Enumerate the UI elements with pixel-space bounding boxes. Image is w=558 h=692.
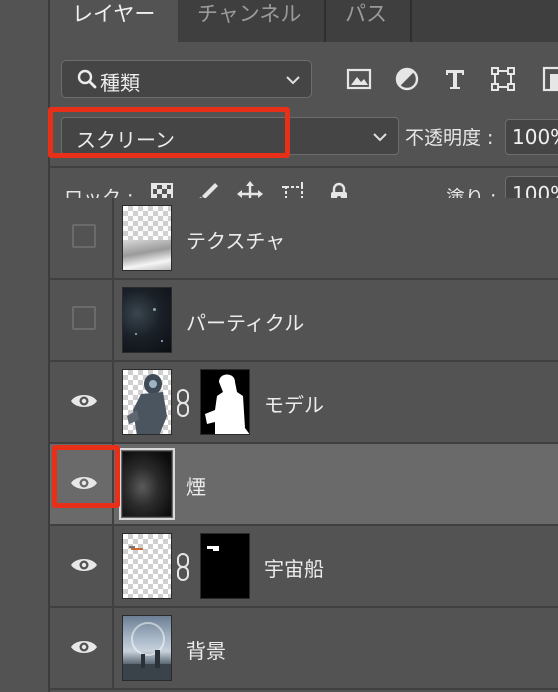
link-icon[interactable] <box>176 552 190 582</box>
visibility-off-box <box>72 306 96 330</box>
visibility-toggle[interactable] <box>50 526 114 606</box>
layer-name: 宇宙船 <box>264 557 324 581</box>
visibility-highlight <box>52 445 120 508</box>
layers-panel: レイヤー チャンネル パス 種類 スクリーン 不透明度: 100 100 テク… <box>48 0 558 692</box>
layer-row-texture[interactable]: テクスチャ <box>50 198 558 280</box>
filter-kind-select[interactable]: 種類 <box>61 60 312 98</box>
adjustment-layer-filter-icon[interactable] <box>392 64 422 94</box>
eye-icon <box>71 641 97 653</box>
layer-thumbnail <box>122 205 172 271</box>
layer-row-spaceship[interactable]: 宇宙船 <box>50 526 558 608</box>
layer-row-model[interactable]: モデル <box>50 362 558 444</box>
search-icon <box>77 69 97 89</box>
tab-channels[interactable]: チャンネル <box>180 0 326 42</box>
tab-paths[interactable]: パス <box>328 0 412 42</box>
visibility-toggle[interactable] <box>50 362 114 442</box>
chevron-down-icon <box>286 76 300 85</box>
layer-row-smoke[interactable]: 煙 <box>50 444 558 526</box>
layer-row-background[interactable]: 背景 <box>50 608 558 690</box>
layer-mask-thumbnail <box>200 369 250 435</box>
smart-object-filter-icon[interactable] <box>538 64 558 94</box>
layer-thumbnail <box>122 369 172 435</box>
panel-tabbar: レイヤー チャンネル パス <box>50 0 558 42</box>
layer-name: 煙 <box>186 475 206 499</box>
eye-icon <box>71 395 97 407</box>
layer-name: パーティクル <box>186 311 305 335</box>
layer-thumbnail <box>119 448 175 520</box>
blend-mode-highlight <box>48 107 290 158</box>
layer-thumbnail <box>122 615 172 681</box>
opacity-label: 不透明度 : <box>405 127 494 149</box>
layer-thumbnail <box>122 287 172 353</box>
shape-layer-filter-icon[interactable] <box>488 64 518 94</box>
visibility-toggle[interactable] <box>50 280 114 360</box>
chevron-down-icon <box>373 133 387 142</box>
layer-name: 背景 <box>186 639 226 663</box>
tab-layers[interactable]: レイヤー <box>50 0 178 42</box>
eye-icon <box>71 559 97 571</box>
filter-kind-label: 種類 <box>100 71 140 95</box>
layer-mask-thumbnail <box>200 533 250 599</box>
opacity-input[interactable]: 100% <box>505 119 558 155</box>
layer-thumbnail <box>122 533 172 599</box>
left-gutter <box>0 0 50 692</box>
layer-name: テクスチャ <box>186 229 286 253</box>
layer-name: モデル <box>264 393 324 417</box>
link-icon[interactable] <box>176 388 190 418</box>
visibility-toggle[interactable] <box>50 608 114 688</box>
layer-row-particle[interactable]: パーティクル <box>50 280 558 362</box>
pixel-layer-filter-icon[interactable] <box>344 64 374 94</box>
divider <box>50 166 558 168</box>
type-layer-filter-icon[interactable] <box>440 64 470 94</box>
visibility-off-box <box>72 224 96 248</box>
visibility-toggle[interactable] <box>50 198 114 278</box>
